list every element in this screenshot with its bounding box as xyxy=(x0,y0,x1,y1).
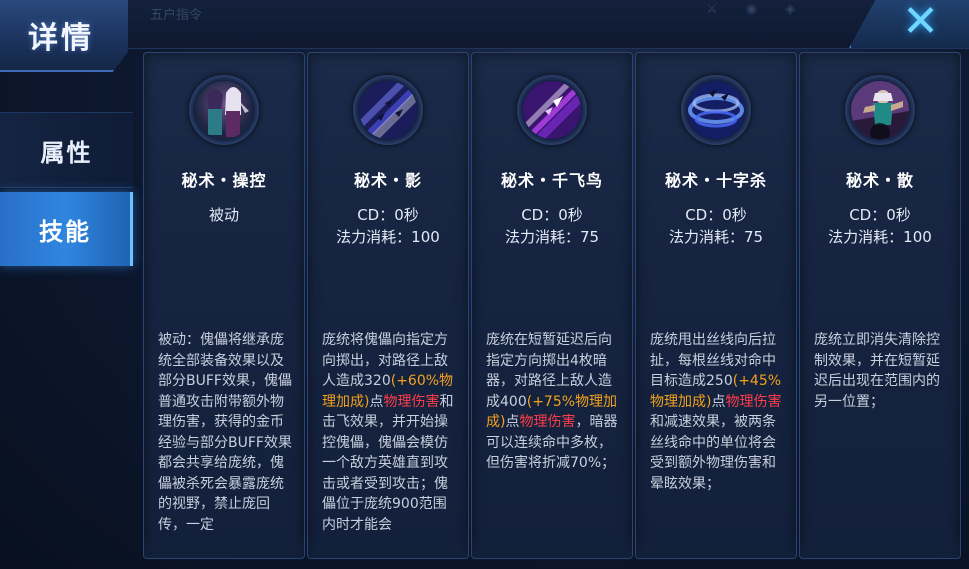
scatter-skill-icon xyxy=(851,81,909,139)
skill-card[interactable]: 秘术・操控被动被动：傀儡将继承庞统全部装备效果以及部分BUFF效果，傀儡普通攻击… xyxy=(143,52,305,559)
cross-slash-skill-icon xyxy=(687,81,745,139)
skill-description: 庞统在短暂延迟后向指定方向掷出4枚暗器，对路径上敌人造成400(+75%物理加成… xyxy=(486,330,622,474)
background-stat-icons: ⚔ ◉ ◈ xyxy=(706,2,808,17)
skill-mana-cost: 法力消耗：100 xyxy=(336,228,440,246)
background-faded-text: 五户指令 xyxy=(150,8,203,23)
title-tab: 详情 xyxy=(0,0,128,72)
skill-name: 秘术・散 xyxy=(845,171,914,190)
skill-name: 秘术・千飞鸟 xyxy=(500,171,603,190)
skill-icon-frame xyxy=(517,75,587,145)
skill-type: 被动 xyxy=(208,206,239,224)
tab-skills-label: 技能 xyxy=(39,217,91,246)
skill-icon-frame xyxy=(681,75,751,145)
sidebar: 属性 技能 xyxy=(0,112,133,266)
skill-description: 庞统立即消失清除控制效果，并在短暂延迟后出现在范围内的另一位置； xyxy=(814,330,950,412)
skill-cooldown: CD：0秒 xyxy=(849,206,911,224)
tab-attributes[interactable]: 属性 xyxy=(0,112,133,188)
skill-cooldown: CD：0秒 xyxy=(521,206,583,224)
description-text: 点 xyxy=(505,414,520,430)
skill-card[interactable]: 秘术・十字杀 CD：0秒法力消耗：75 庞统甩出丝线向后拉扯，每根丝线对命中目标造成… xyxy=(635,52,797,559)
damage-type-text: 物理伤害 xyxy=(519,414,576,430)
puppet-skill-icon xyxy=(195,81,253,139)
description-text: 点 xyxy=(369,393,384,410)
skill-cooldown: CD：0秒 xyxy=(685,206,747,224)
description-text: 和击飞效果，并开始操控傀儡，傀儡会模仿一个敌方英雄直到攻击或者受到攻击；傀儡位于… xyxy=(322,393,454,533)
skill-description: 被动：傀儡将继承庞统全部装备效果以及部分BUFF效果，傀儡普通攻击附带额外物理伤… xyxy=(158,330,294,535)
skill-name: 秘术・十字杀 xyxy=(664,171,767,190)
scroll-fade xyxy=(144,534,304,558)
skill-mana-cost: 法力消耗：75 xyxy=(668,228,764,246)
skill-card[interactable]: 秘术・影 CD：0秒法力消耗：100 庞统将傀儡向指定方向掷出，对路径上敌人造成32… xyxy=(307,52,469,559)
scroll-fade xyxy=(636,534,796,558)
skill-cooldown: CD：0秒 xyxy=(357,206,419,224)
scroll-fade xyxy=(308,534,468,558)
thousand-birds-skill-icon xyxy=(523,81,581,139)
damage-type-text: 物理伤害 xyxy=(725,393,782,410)
tab-attributes-label: 属性 xyxy=(40,138,93,167)
skill-mana-cost: 法力消耗：100 xyxy=(828,228,932,246)
scroll-fade xyxy=(800,534,960,558)
description-text: 点 xyxy=(711,393,726,410)
skill-card[interactable]: 秘术・散 CD：0秒法力消耗：100 庞统立即消失清除控制效果，并在短暂延迟后出现在… xyxy=(799,52,961,559)
close-icon: ✕ xyxy=(902,0,939,47)
description-text: 和减速效果，被两条丝线命中的单位将会受到额外物理伤害和晕眩效果； xyxy=(650,414,776,492)
description-text: 被动：傀儡将继承庞统全部装备效果以及部分BUFF效果，傀儡普通攻击附带额外物理伤… xyxy=(158,332,292,533)
skill-name: 秘术・影 xyxy=(353,171,422,190)
shadow-skill-icon xyxy=(359,81,417,139)
top-header: 五户指令 ⚔ ◉ ◈ xyxy=(0,0,969,49)
skill-icon-frame xyxy=(845,75,915,145)
skill-icon-frame xyxy=(189,75,259,145)
tab-skills[interactable]: 技能 xyxy=(0,192,133,266)
skill-description: 庞统甩出丝线向后拉扯，每根丝线对命中目标造成250(+45%物理加成)点物理伤害… xyxy=(650,330,786,494)
skill-description: 庞统将傀儡向指定方向掷出，对路径上敌人造成320(+60%物理加成)点物理伤害和… xyxy=(322,330,458,535)
damage-type-text: 物理伤害 xyxy=(383,393,440,410)
skill-icon-frame xyxy=(353,75,423,145)
skill-mana-cost: 法力消耗：75 xyxy=(504,228,600,246)
skill-name: 秘术・操控 xyxy=(181,171,267,190)
page-title: 详情 xyxy=(28,21,94,56)
skill-card[interactable]: 秘术・千飞鸟 CD：0秒法力消耗：75 庞统在短暂延迟后向指定方向掷出4枚暗器，对路… xyxy=(471,52,633,559)
scroll-fade xyxy=(472,534,632,558)
description-text: 庞统立即消失清除控制效果，并在短暂延迟后出现在范围内的另一位置； xyxy=(814,332,940,410)
